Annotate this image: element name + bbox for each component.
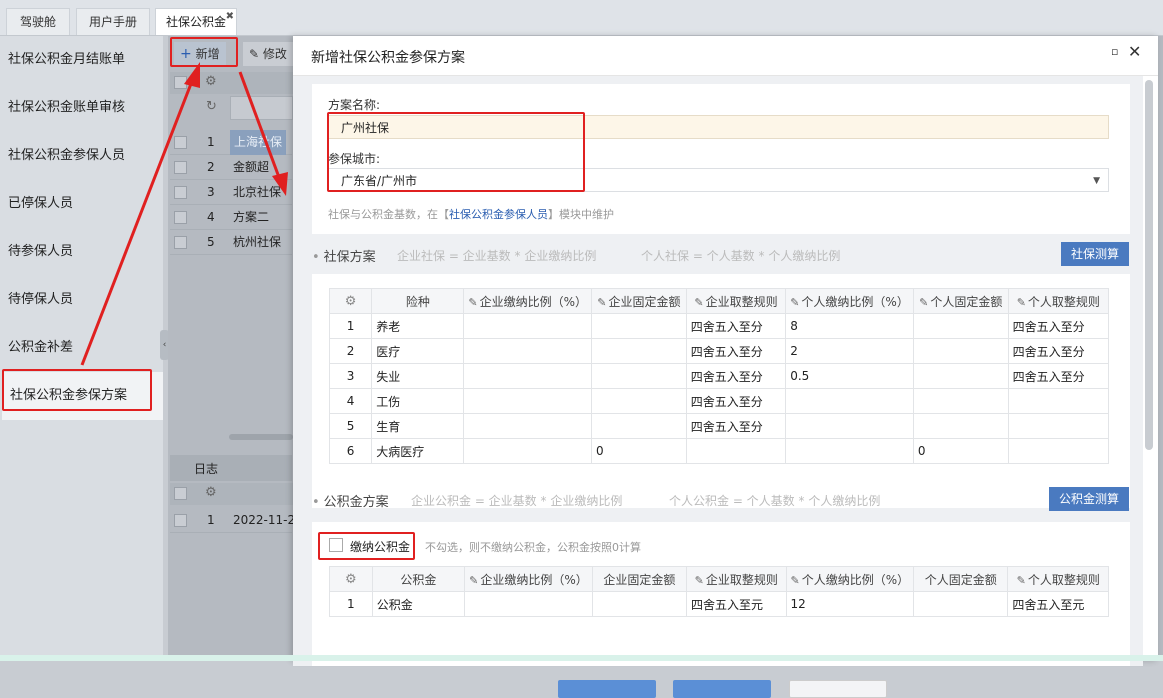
cancel-button[interactable]	[789, 680, 887, 698]
annotation-arrows	[80, 62, 288, 366]
status-strip	[0, 655, 1163, 661]
save-and-new-button[interactable]	[673, 680, 771, 698]
save-button[interactable]	[558, 680, 656, 698]
